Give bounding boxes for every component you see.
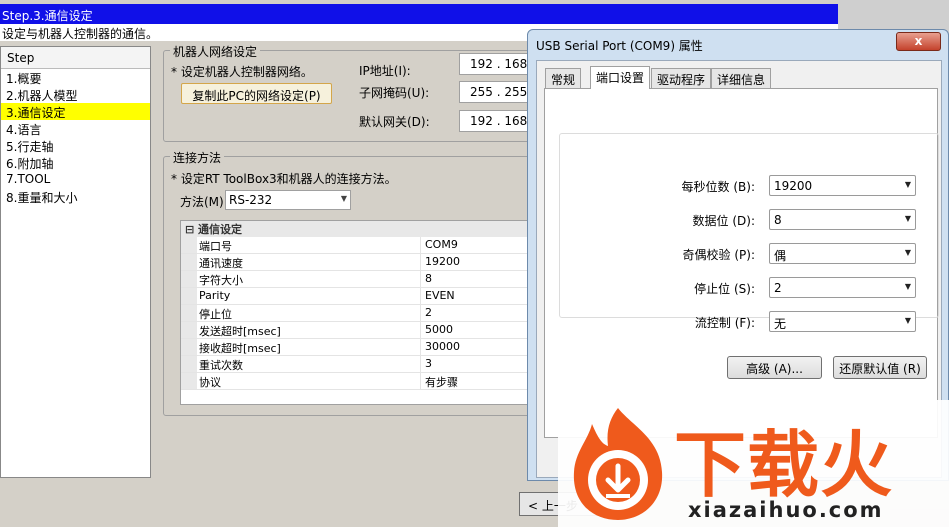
property-key: 接收超时[msec] [197, 339, 421, 355]
property-value[interactable]: EVEN [423, 288, 457, 303]
data-bits-select[interactable]: 8 ▼ [769, 209, 916, 230]
property-key: 协议 [197, 373, 421, 389]
baud-rate-label: 每秒位数 (B): [681, 180, 755, 194]
flame-logo-icon [573, 408, 663, 520]
property-row[interactable]: 字符大小 8 [181, 271, 529, 288]
step-item-tool[interactable]: 7.TOOL [1, 171, 150, 188]
step-list-header: Step [1, 47, 150, 69]
property-key: 发送超时[msec] [197, 322, 421, 338]
property-key: 通讯速度 [197, 254, 421, 270]
parity-select[interactable]: 偶 ▼ [769, 243, 916, 264]
tab-driver[interactable]: 驱动程序 [651, 68, 712, 88]
property-key: Parity [197, 288, 421, 304]
network-group-legend: 机器人网络设定 [170, 43, 261, 60]
method-select[interactable]: RS-232 ▼ [225, 190, 351, 210]
property-row[interactable]: 通讯速度 19200 [181, 254, 529, 271]
property-value[interactable]: COM9 [423, 237, 460, 252]
property-row[interactable]: 发送超时[msec] 5000 [181, 322, 529, 339]
flow-control-select[interactable]: 无 ▼ [769, 311, 916, 332]
flow-control-value: 无 [774, 317, 787, 331]
copy-pc-network-button[interactable]: 复制此PC的网络设定(P) [181, 83, 332, 104]
chevron-down-icon: ▼ [904, 248, 911, 257]
baud-rate-value: 19200 [774, 179, 813, 193]
step-item-robot-model[interactable]: 2.机器人模型 [1, 86, 150, 103]
chevron-down-icon: ▼ [340, 194, 347, 203]
tab-details[interactable]: 详细信息 [711, 68, 772, 88]
parity-label: 奇偶校验 (P): [682, 248, 755, 262]
chevron-down-icon: ▼ [904, 282, 911, 291]
property-value[interactable]: 5000 [423, 322, 455, 337]
property-row[interactable]: 停止位 2 [181, 305, 529, 322]
property-value[interactable]: 19200 [423, 254, 462, 269]
communication-property-grid: ⊟ 通信设定 端口号 COM9 通讯速度 19200 字符大小 8 Parity EVEN 停止… [180, 220, 530, 405]
watermark-domain-text: xiazaihuo.com [688, 498, 884, 522]
property-row[interactable]: 协议 有步骤 [181, 373, 529, 390]
property-value[interactable]: 2 [423, 305, 434, 320]
property-value[interactable]: 3 [423, 356, 434, 371]
default-gateway-label: 默认网关(D): [359, 115, 430, 129]
stop-bits-label: 停止位 (S): [694, 282, 755, 296]
flow-control-label: 流控制 (F): [694, 316, 755, 330]
baud-rate-select[interactable]: 19200 ▼ [769, 175, 916, 196]
property-value[interactable]: 8 [423, 271, 434, 286]
property-key: 字符大小 [197, 271, 421, 287]
step-item-weight-size[interactable]: 8.重量和大小 [1, 188, 150, 205]
watermark: 下载火 xiazaihuo.com [558, 400, 949, 527]
stop-bits-select[interactable]: 2 ▼ [769, 277, 916, 298]
step-item-overview[interactable]: 1.概要 [1, 69, 150, 86]
step-list-panel: Step 1.概要 2.机器人模型 3.通信设定 4.语言 5.行走轴 6.附加… [0, 46, 151, 478]
property-key: 端口号 [197, 237, 421, 253]
step-item-additional-axis[interactable]: 6.附加轴 [1, 154, 150, 171]
chevron-down-icon: ▼ [904, 180, 911, 189]
method-select-value: RS-232 [229, 193, 273, 207]
property-row[interactable]: 重试次数 3 [181, 356, 529, 373]
property-rows: 端口号 COM9 通讯速度 19200 字符大小 8 Parity EVEN 停止位 2 发送超时[… [181, 237, 529, 390]
connection-group-legend: 连接方法 [170, 149, 225, 166]
parity-value: 偶 [774, 249, 787, 263]
advanced-button[interactable]: 高级 (A)... [727, 356, 822, 379]
property-value[interactable]: 有步骤 [423, 373, 460, 391]
property-value[interactable]: 30000 [423, 339, 462, 354]
port-settings-page: 每秒位数 (B): 19200 ▼ 数据位 (D): 8 ▼ 奇偶校验 (P): 偶 ▼ 停止位 … [544, 88, 939, 438]
restore-defaults-button[interactable]: 还原默认值 (R) [833, 356, 927, 379]
tab-port-settings[interactable]: 端口设置 [590, 66, 651, 89]
step-item-travel-axis[interactable]: 5.行走轴 [1, 137, 150, 154]
ip-address-label: IP地址(I): [359, 64, 411, 78]
data-bits-value: 8 [774, 213, 782, 227]
step-item-communication[interactable]: 3.通信设定 [1, 103, 150, 120]
property-row[interactable]: 接收超时[msec] 30000 [181, 339, 529, 356]
property-category-header[interactable]: ⊟ 通信设定 [181, 221, 529, 237]
property-row[interactable]: 端口号 COM9 [181, 237, 529, 254]
connection-note: * 设定RT ToolBox3和机器人的连接方法。 [171, 172, 397, 186]
data-bits-label: 数据位 (D): [692, 214, 755, 228]
wizard-title-bar: Step.3.通信设定 [0, 4, 838, 24]
method-label: 方法(M): [180, 195, 228, 209]
network-note: * 设定机器人控制器网络。 [171, 65, 313, 79]
step-item-language[interactable]: 4.语言 [1, 120, 150, 137]
watermark-chinese-text: 下载火 [674, 423, 894, 507]
tab-general[interactable]: 常规 [545, 68, 582, 88]
property-key: 停止位 [197, 305, 421, 321]
chevron-down-icon: ▼ [904, 214, 911, 223]
stop-bits-value: 2 [774, 281, 782, 295]
dialog-title: USB Serial Port (COM9) 属性 [536, 39, 703, 53]
close-icon[interactable]: x [896, 32, 941, 51]
property-row[interactable]: Parity EVEN [181, 288, 529, 305]
property-key: 重试次数 [197, 356, 421, 372]
chevron-down-icon: ▼ [904, 316, 911, 325]
subnet-mask-label: 子网掩码(U): [359, 86, 430, 100]
